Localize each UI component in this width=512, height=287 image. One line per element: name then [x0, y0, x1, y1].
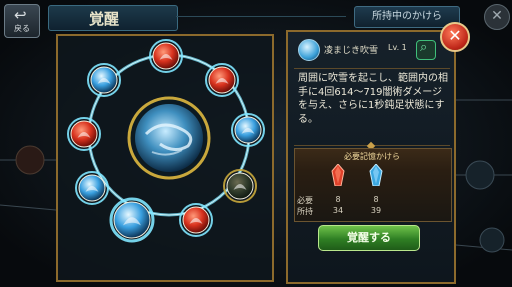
- skill-level: Lv. 1: [388, 43, 407, 52]
- search-icon[interactable]: ⌕: [416, 40, 436, 60]
- center-skill-icon: [135, 104, 203, 172]
- requirements-title: 必要記憶かけら: [344, 152, 400, 161]
- blue-crystal-icon: [369, 164, 383, 186]
- skill-description: 周囲に吹雪を起こし、範囲内の相手に4回614〜719闇術ダメージを与え、さらに1…: [298, 73, 448, 125]
- close-panel-button[interactable]: ✕: [440, 22, 470, 52]
- close-icon[interactable]: ✕: [484, 4, 510, 30]
- back-button[interactable]: ↩ 戻る: [4, 4, 40, 38]
- awakening-ring: [67, 39, 265, 243]
- page-title-plate: 覚醒: [48, 5, 178, 31]
- skill-name: 凌まじき吹雪: [324, 46, 379, 56]
- required-label: 必要: [297, 196, 313, 205]
- owned-label: 所持: [297, 207, 313, 216]
- title-divider: [176, 16, 346, 17]
- skill-icon: [298, 39, 320, 61]
- owned-fragments-button[interactable]: 所持中のかけら: [354, 6, 460, 28]
- page-title: 覚醒: [89, 10, 120, 28]
- required-red-value: 8: [335, 195, 341, 204]
- owned-red-value: 34: [332, 206, 344, 215]
- red-crystal-icon: [331, 164, 345, 186]
- owned-blue-value: 39: [370, 206, 382, 215]
- back-label: 戻る: [14, 24, 30, 33]
- awaken-button[interactable]: 覚醒する: [318, 225, 420, 251]
- required-blue-value: 8: [373, 195, 379, 204]
- back-arrow-icon: ↩: [14, 6, 27, 24]
